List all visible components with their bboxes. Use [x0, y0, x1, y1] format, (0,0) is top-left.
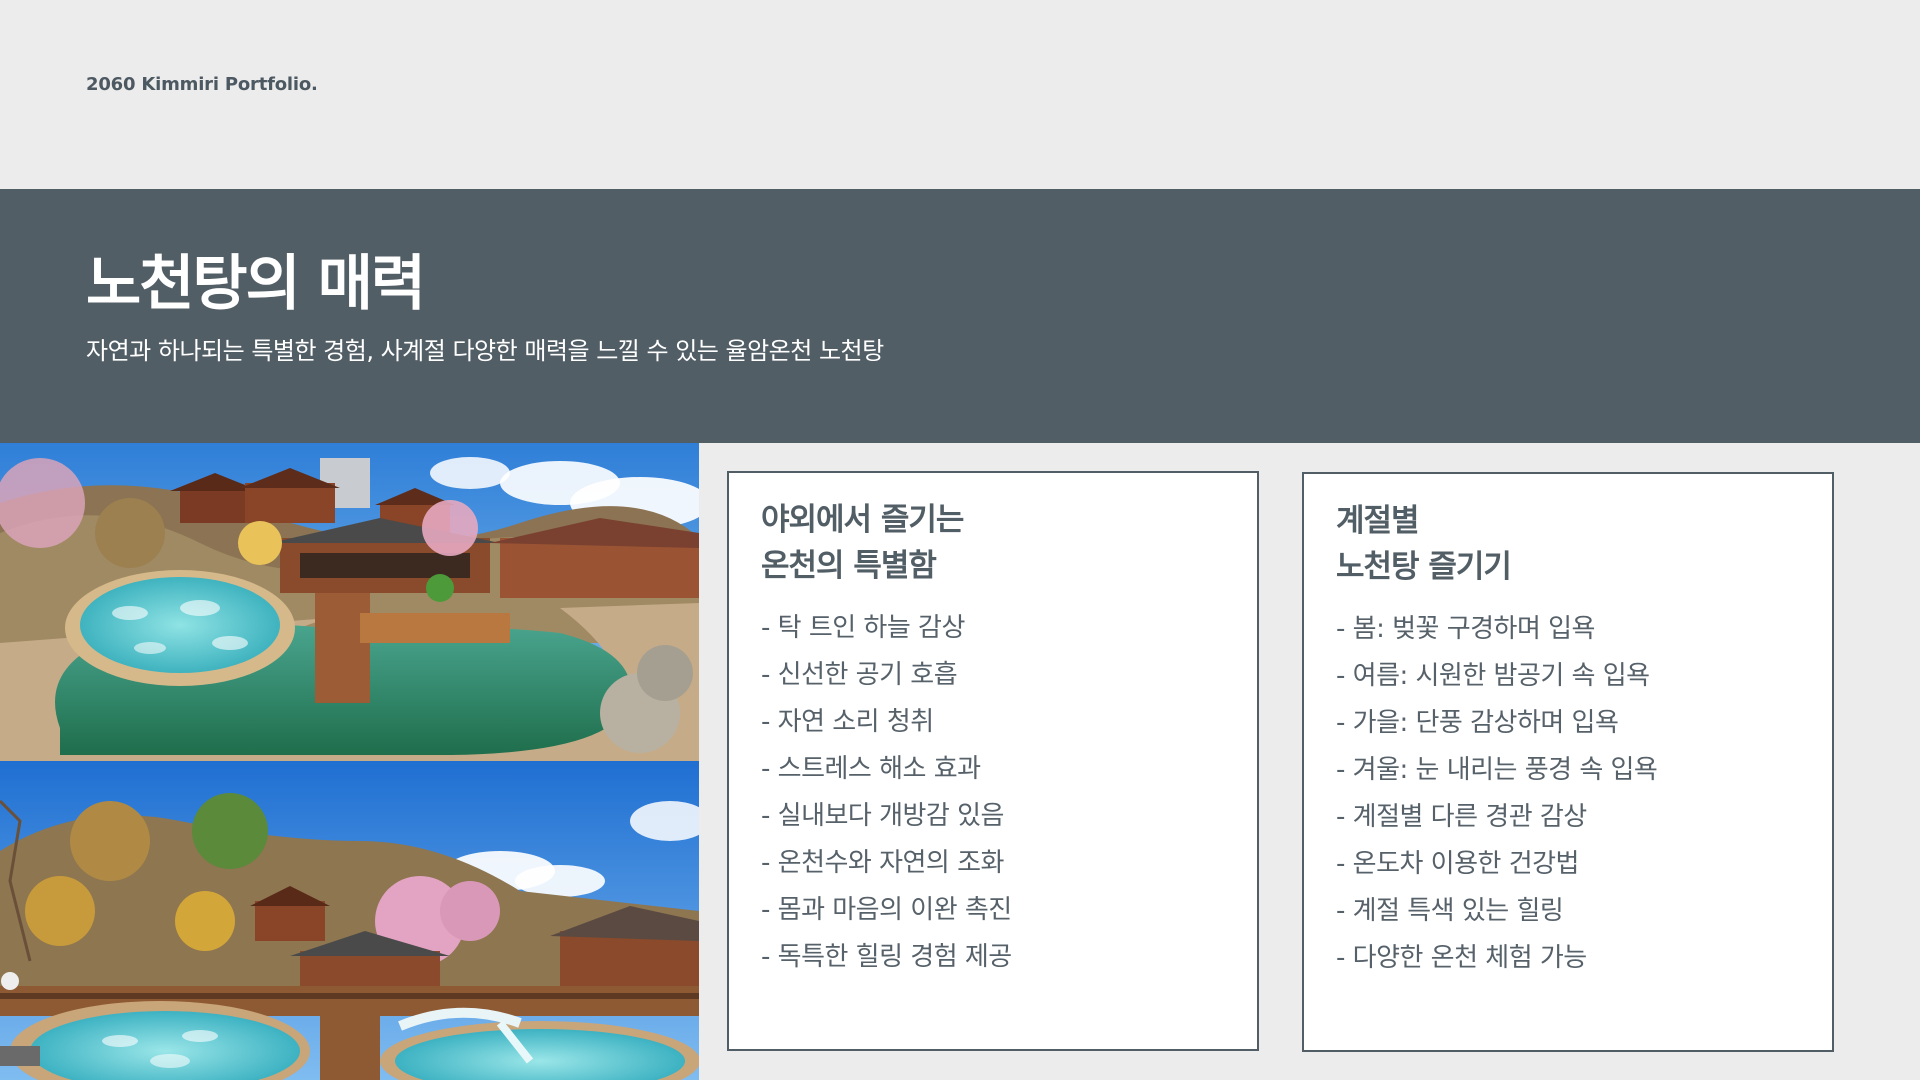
- list-item: - 온도차 이용한 건강법: [1336, 849, 1579, 879]
- list-item: - 다양한 온천 체험 가능: [1336, 943, 1587, 973]
- list-item: - 가을: 단풍 감상하며 입욕: [1336, 708, 1619, 738]
- card-heading-line2: 온천의 특별함: [761, 548, 937, 584]
- list-item: - 겨울: 눈 내리는 풍경 속 입욕: [1336, 755, 1658, 785]
- page-title: 노천탕의 매력: [86, 249, 426, 319]
- list-item: - 봄: 벚꽃 구경하며 입욕: [1336, 614, 1595, 644]
- list-item: - 스트레스 해소 효과: [761, 754, 981, 784]
- list-item: - 실내보다 개방감 있음: [761, 801, 1004, 831]
- list-item: - 독특한 힐링 경험 제공: [761, 942, 1012, 972]
- page-subtitle: 자연과 하나되는 특별한 경험, 사계절 다양한 매력을 느낄 수 있는 율암온…: [86, 337, 884, 365]
- card-heading: 야외에서 즐기는 온천의 특별함: [761, 497, 964, 589]
- title-banner: 노천탕의 매력 자연과 하나되는 특별한 경험, 사계절 다양한 매력을 느낄 …: [0, 189, 1920, 443]
- card-heading-line2: 노천탕 즐기기: [1336, 549, 1512, 585]
- card-heading-line1: 야외에서 즐기는: [761, 502, 964, 538]
- list-item: - 자연 소리 청취: [761, 707, 934, 737]
- list-item: - 계절별 다른 경관 감상: [1336, 802, 1587, 832]
- card-list: - 봄: 벚꽃 구경하며 입욕 - 여름: 시원한 밤공기 속 입욕 - 가을:…: [1336, 606, 1658, 982]
- list-item: - 온천수와 자연의 조화: [761, 848, 1004, 878]
- outdoor-bath-photo-bottom: [0, 761, 699, 1080]
- card-outdoor-specialty: 야외에서 즐기는 온천의 특별함 - 탁 트인 하늘 감상 - 신선한 공기 호…: [727, 471, 1259, 1051]
- card-seasonal-bath: 계절별 노천탕 즐기기 - 봄: 벚꽃 구경하며 입욕 - 여름: 시원한 밤공…: [1302, 472, 1834, 1052]
- card-heading: 계절별 노천탕 즐기기: [1336, 498, 1512, 590]
- list-item: - 여름: 시원한 밤공기 속 입욕: [1336, 661, 1650, 691]
- list-item: - 탁 트인 하늘 감상: [761, 613, 965, 643]
- portfolio-label: 2060 Kimmiri Portfolio.: [86, 74, 318, 95]
- card-heading-line1: 계절별: [1336, 503, 1420, 539]
- list-item: - 신선한 공기 호흡: [761, 660, 958, 690]
- list-item: - 계절 특색 있는 힐링: [1336, 896, 1564, 926]
- card-list: - 탁 트인 하늘 감상 - 신선한 공기 호흡 - 자연 소리 청취 - 스트…: [761, 605, 1012, 981]
- outdoor-bath-photo-top: [0, 443, 699, 761]
- list-item: - 몸과 마음의 이완 촉진: [761, 895, 1012, 925]
